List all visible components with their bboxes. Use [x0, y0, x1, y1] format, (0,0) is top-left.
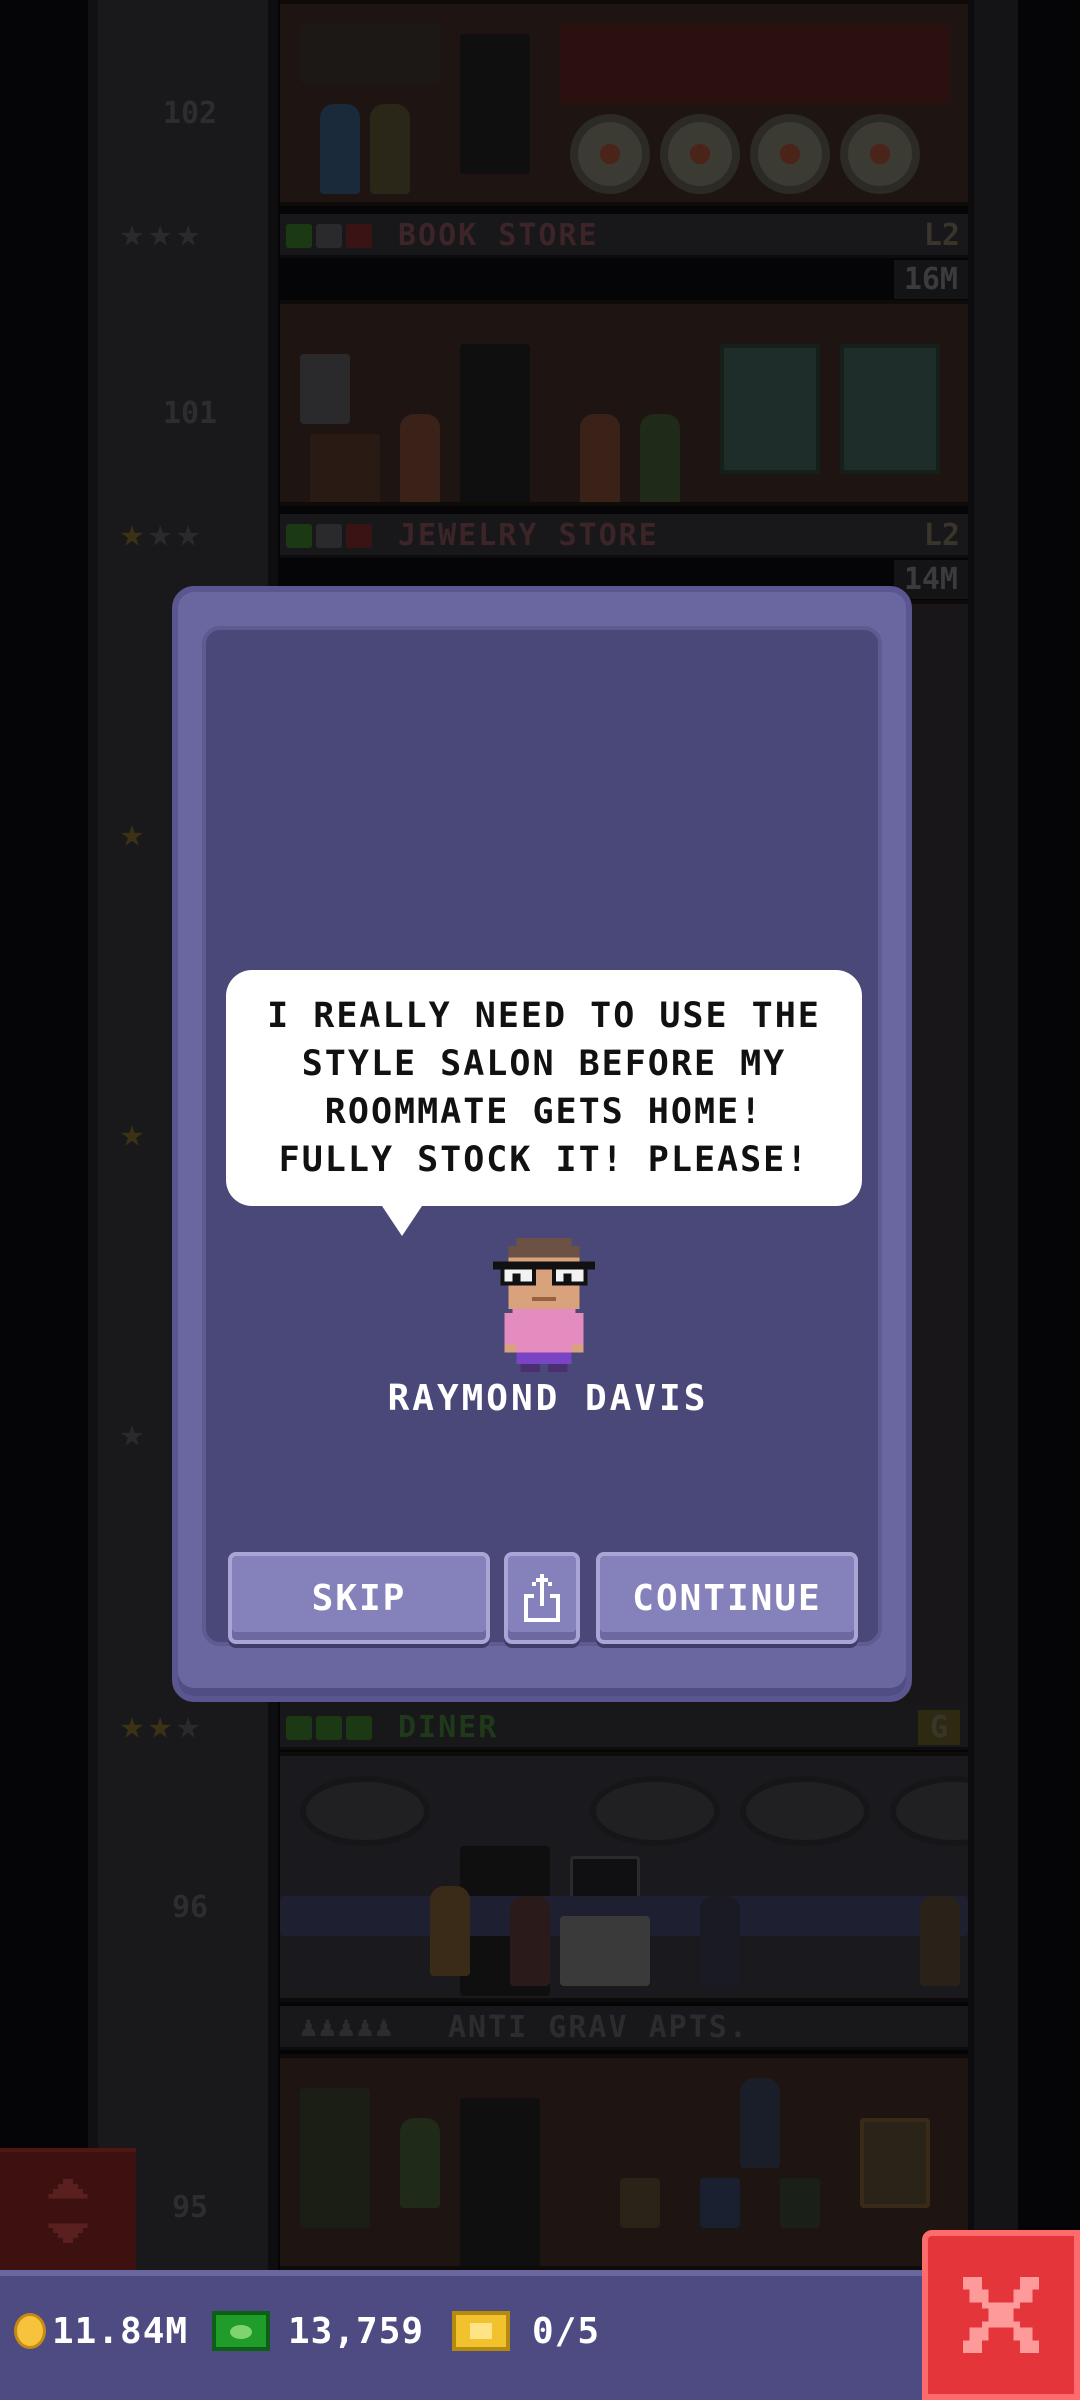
coins-stat: 11.84M: [14, 2306, 188, 2356]
speech-text: I REALLY NEED TO USE THE STYLE SALON BEF…: [267, 996, 821, 1180]
character-name: RAYMOND DAVIS: [387, 1378, 709, 1419]
coin-icon: [14, 2313, 46, 2349]
floor-number: 96: [171, 1890, 209, 1925]
share-button[interactable]: [504, 1552, 580, 1644]
coins-value: 11.84M: [52, 2310, 189, 2352]
floor-number: 101: [162, 396, 218, 431]
share-icon: [524, 1574, 560, 1622]
floor-bar-diner: DINER G: [280, 1706, 968, 1750]
continue-button-label: CONTINUE: [632, 1577, 822, 1619]
up-down-arrows-icon: [48, 2179, 88, 2243]
floor-room-book-store[interactable]: [280, 300, 968, 506]
close-icon: [963, 2277, 1039, 2353]
floor-bar-anti-grav-apts: ♟♟♟♟♟ ANTI GRAV APTS.: [280, 2006, 968, 2050]
floor-stars: ★★★: [120, 210, 205, 256]
floor-number: 102: [162, 96, 218, 131]
floor-level: G: [917, 1710, 960, 1745]
bux-icon: [212, 2311, 270, 2351]
bux-value: 13,759: [288, 2310, 425, 2352]
floor-room-diner[interactable]: [280, 1752, 968, 2002]
floor-name: BOOK STORE: [398, 218, 599, 253]
floor-room-archery[interactable]: [280, 0, 968, 206]
tickets-stat: 0/5: [452, 2306, 600, 2356]
floor-bar-book-store: BOOK STORE L2 16M: [280, 214, 968, 299]
tower-right-rail: [968, 0, 1018, 2270]
tickets-value: 0/5: [532, 2310, 601, 2352]
floor-level: L2: [923, 518, 960, 553]
elevator-toggle-button[interactable]: [0, 2148, 136, 2270]
floor-name: JEWELRY STORE: [398, 518, 659, 553]
character-avatar: [492, 1238, 596, 1372]
floor-stars: ★: [120, 810, 149, 856]
ticket-icon: [452, 2311, 510, 2351]
floor-stars: ★: [120, 1110, 149, 1156]
skip-button-label: SKIP: [311, 1577, 407, 1619]
floor-name: DINER: [398, 1710, 499, 1745]
status-bar: 11.84M 13,759 0/5: [0, 2270, 1080, 2400]
dialog-panel: I REALLY NEED TO USE THE STYLE SALON BEF…: [172, 586, 912, 1702]
floor-room-apartments[interactable]: [280, 2054, 968, 2270]
speech-bubble: I REALLY NEED TO USE THE STYLE SALON BEF…: [226, 970, 862, 1206]
floor-level: L2: [923, 218, 960, 253]
floor-bar-jewelry-store: JEWELRY STORE L2 14M: [280, 514, 968, 599]
skip-button[interactable]: SKIP: [228, 1552, 490, 1644]
speech-bubble-tail: [378, 1200, 426, 1236]
bux-stat: 13,759: [212, 2306, 424, 2356]
occupant-icons: ♟♟♟♟♟: [300, 2010, 395, 2043]
floor-name: ANTI GRAV APTS.: [448, 2010, 749, 2045]
floor-stars: ★★★: [120, 1702, 205, 1748]
floor-stars: ★: [120, 1410, 149, 1456]
continue-button[interactable]: CONTINUE: [596, 1552, 858, 1644]
close-button[interactable]: [922, 2230, 1080, 2400]
floor-money: 16M: [893, 260, 968, 299]
floor-stars: ★★★: [120, 510, 205, 556]
floor-number: 95: [171, 2190, 209, 2225]
